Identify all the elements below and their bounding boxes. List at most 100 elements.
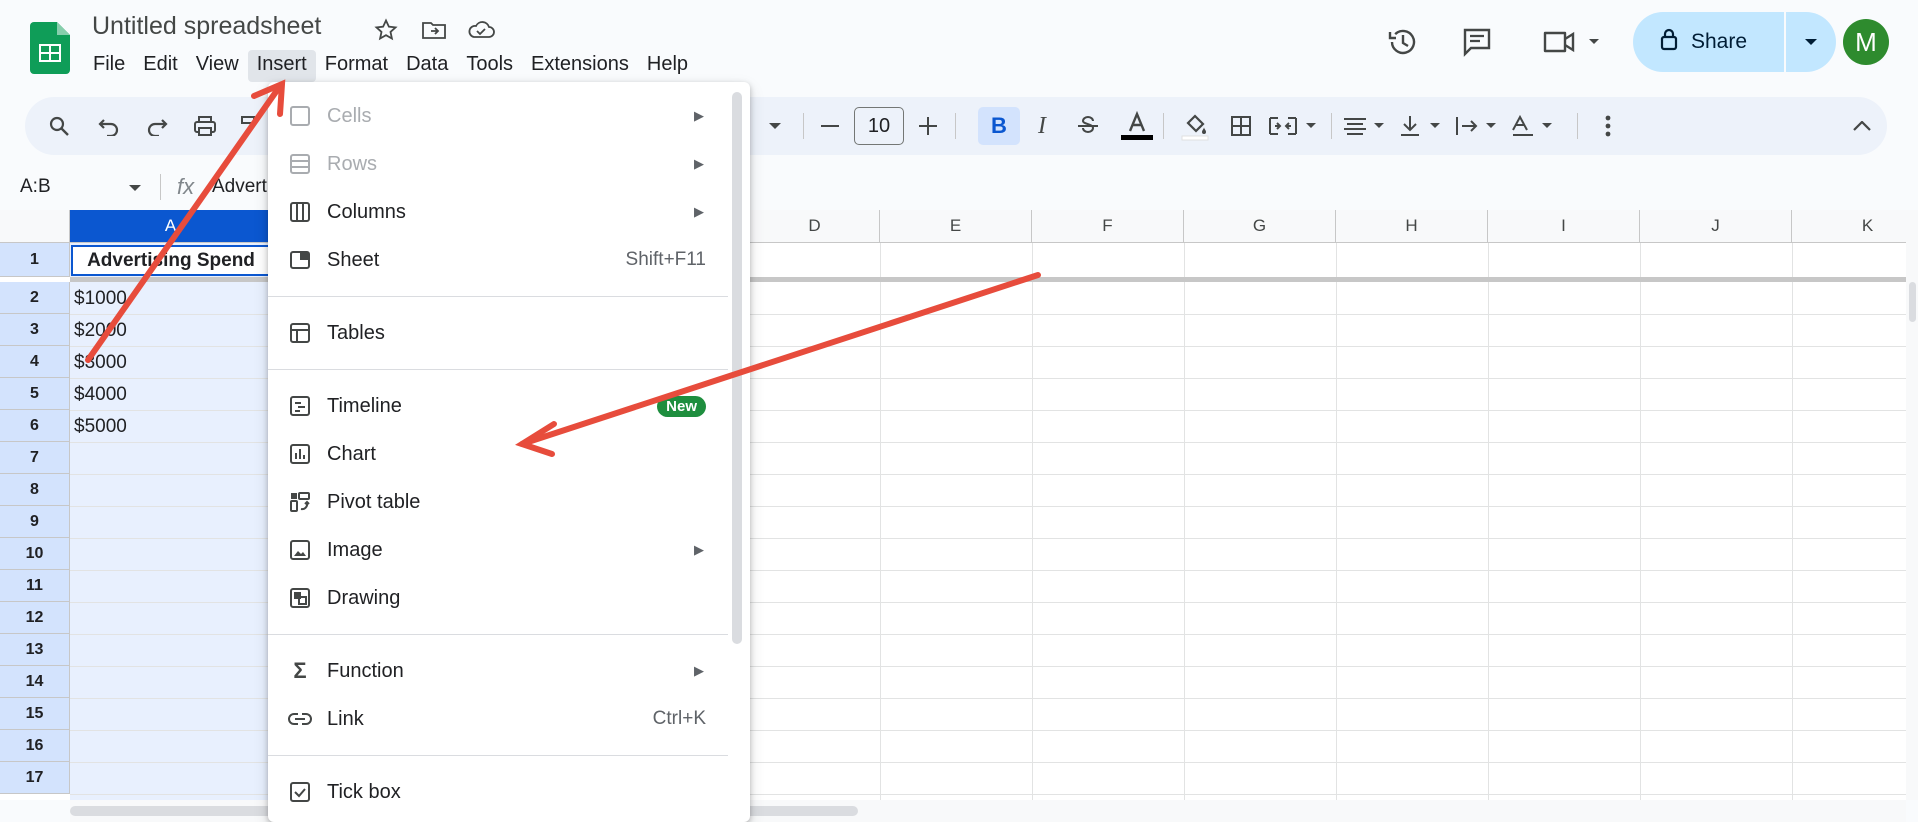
- cell-a3[interactable]: $2000: [74, 320, 127, 342]
- menu-help[interactable]: Help: [638, 50, 697, 82]
- row-header-11[interactable]: 11: [0, 570, 70, 602]
- cell-a4[interactable]: $3000: [74, 352, 127, 374]
- menu-item-image[interactable]: Image ▶: [268, 526, 728, 574]
- fill-color-icon[interactable]: [1175, 107, 1215, 145]
- row-header-13[interactable]: 13: [0, 634, 70, 666]
- menu-item-sheet[interactable]: Sheet Shift+F11: [268, 236, 728, 284]
- merge-cells-icon[interactable]: [1265, 107, 1323, 145]
- link-icon: [287, 706, 313, 732]
- sheets-logo-icon[interactable]: [30, 22, 70, 74]
- column-header-e[interactable]: E: [880, 210, 1032, 243]
- menu-extensions[interactable]: Extensions: [522, 50, 638, 82]
- menu-item-columns[interactable]: Columns ▶: [268, 188, 728, 236]
- menu-item-chart[interactable]: Chart: [268, 430, 728, 478]
- header-bar: Untitled spreadsheet File Edit View Inse…: [0, 0, 1918, 90]
- cell-a1[interactable]: Advertising Spend: [71, 245, 271, 276]
- table-icon: [287, 320, 313, 346]
- bold-button[interactable]: B: [978, 107, 1020, 145]
- row-header-5[interactable]: 5: [0, 378, 70, 410]
- undo-icon[interactable]: [93, 107, 125, 145]
- column-header-f[interactable]: F: [1032, 210, 1184, 243]
- menu-file[interactable]: File: [84, 50, 134, 82]
- redo-icon[interactable]: [141, 107, 173, 145]
- meet-video-icon[interactable]: [1535, 20, 1605, 64]
- formula-divider: [160, 174, 161, 200]
- avatar[interactable]: M: [1843, 19, 1889, 65]
- column-header-j[interactable]: J: [1640, 210, 1792, 243]
- menu-view[interactable]: View: [187, 50, 248, 82]
- column-header-i[interactable]: I: [1488, 210, 1640, 243]
- row-header-8[interactable]: 8: [0, 474, 70, 506]
- menu-item-tick-box[interactable]: Tick box: [268, 768, 728, 816]
- menu-edit[interactable]: Edit: [134, 50, 186, 82]
- share-dropdown-button[interactable]: [1786, 12, 1836, 72]
- submenu-arrow-icon: ▶: [694, 204, 704, 219]
- text-wrapping-icon[interactable]: [1453, 107, 1501, 145]
- star-icon[interactable]: [372, 16, 400, 44]
- row-header-17[interactable]: 17: [0, 762, 70, 794]
- text-color-icon[interactable]: [1117, 107, 1157, 145]
- select-all-corner[interactable]: [0, 210, 70, 243]
- borders-icon[interactable]: [1223, 107, 1259, 145]
- share-button[interactable]: Share: [1633, 12, 1784, 72]
- version-history-icon[interactable]: [1381, 20, 1425, 64]
- comments-icon[interactable]: [1455, 20, 1499, 64]
- menu-item-drawing[interactable]: Drawing: [268, 574, 728, 622]
- font-dropdown-caret-icon[interactable]: [762, 107, 788, 145]
- row-header-12[interactable]: 12: [0, 602, 70, 634]
- row-header-1[interactable]: 1: [0, 243, 70, 277]
- row-header-3[interactable]: 3: [0, 314, 70, 346]
- formula-input[interactable]: Advert: [212, 176, 267, 198]
- columns-icon: [287, 199, 313, 225]
- italic-button[interactable]: I: [1025, 107, 1059, 145]
- print-icon[interactable]: [189, 107, 221, 145]
- column-header-k[interactable]: K: [1792, 210, 1906, 243]
- cell-a5[interactable]: $4000: [74, 384, 127, 406]
- menu-item-cells[interactable]: Cells ▶: [268, 92, 728, 140]
- menu-format[interactable]: Format: [316, 50, 397, 82]
- decrease-font-size-icon[interactable]: [815, 107, 845, 145]
- cell-a2[interactable]: $1000: [74, 288, 127, 310]
- row-header-6[interactable]: 6: [0, 410, 70, 442]
- column-header-g[interactable]: G: [1184, 210, 1336, 243]
- row-header-14[interactable]: 14: [0, 666, 70, 698]
- vertical-align-icon[interactable]: [1397, 107, 1445, 145]
- menu-insert[interactable]: Insert: [247, 50, 316, 82]
- vertical-scrollbar[interactable]: [1906, 210, 1918, 800]
- menu-tools[interactable]: Tools: [457, 50, 522, 82]
- menu-data[interactable]: Data: [397, 50, 457, 82]
- row-header-9[interactable]: 9: [0, 506, 70, 538]
- paint-format-icon[interactable]: [236, 107, 260, 145]
- row-header-4[interactable]: 4: [0, 346, 70, 378]
- menu-item-function[interactable]: Σ Function ▶: [268, 647, 728, 695]
- strikethrough-icon[interactable]: [1071, 107, 1105, 145]
- row-header-16[interactable]: 16: [0, 730, 70, 762]
- cloud-saved-icon[interactable]: [467, 16, 495, 44]
- menu-item-link[interactable]: Link Ctrl+K: [268, 695, 728, 743]
- document-title[interactable]: Untitled spreadsheet: [92, 12, 321, 41]
- row-header-7[interactable]: 7: [0, 442, 70, 474]
- menu-item-timeline[interactable]: Timeline New: [268, 382, 728, 430]
- sigma-icon: Σ: [293, 658, 307, 683]
- row-header-2[interactable]: 2: [0, 282, 70, 314]
- menu-scrollbar[interactable]: [732, 92, 742, 644]
- move-folder-icon[interactable]: [420, 16, 448, 44]
- cell-a6[interactable]: $5000: [74, 416, 127, 438]
- menu-item-pivot-table[interactable]: Pivot table: [268, 478, 728, 526]
- column-header-a[interactable]: A: [70, 210, 272, 243]
- column-header-d[interactable]: D: [750, 210, 880, 243]
- name-box-caret-icon[interactable]: [128, 179, 142, 197]
- menu-item-rows[interactable]: Rows ▶: [268, 140, 728, 188]
- menu-item-tables[interactable]: Tables: [268, 309, 728, 357]
- font-size-input[interactable]: 10: [854, 107, 904, 145]
- name-box[interactable]: A:B: [20, 176, 51, 198]
- more-options-icon[interactable]: [1595, 107, 1621, 145]
- row-header-10[interactable]: 10: [0, 538, 70, 570]
- horizontal-align-icon[interactable]: [1341, 107, 1389, 145]
- column-header-h[interactable]: H: [1336, 210, 1488, 243]
- search-menus-icon[interactable]: [43, 107, 75, 145]
- increase-font-size-icon[interactable]: [913, 107, 943, 145]
- collapse-toolbar-icon[interactable]: [1847, 107, 1877, 145]
- row-header-15[interactable]: 15: [0, 698, 70, 730]
- text-rotation-icon[interactable]: [1509, 107, 1559, 145]
